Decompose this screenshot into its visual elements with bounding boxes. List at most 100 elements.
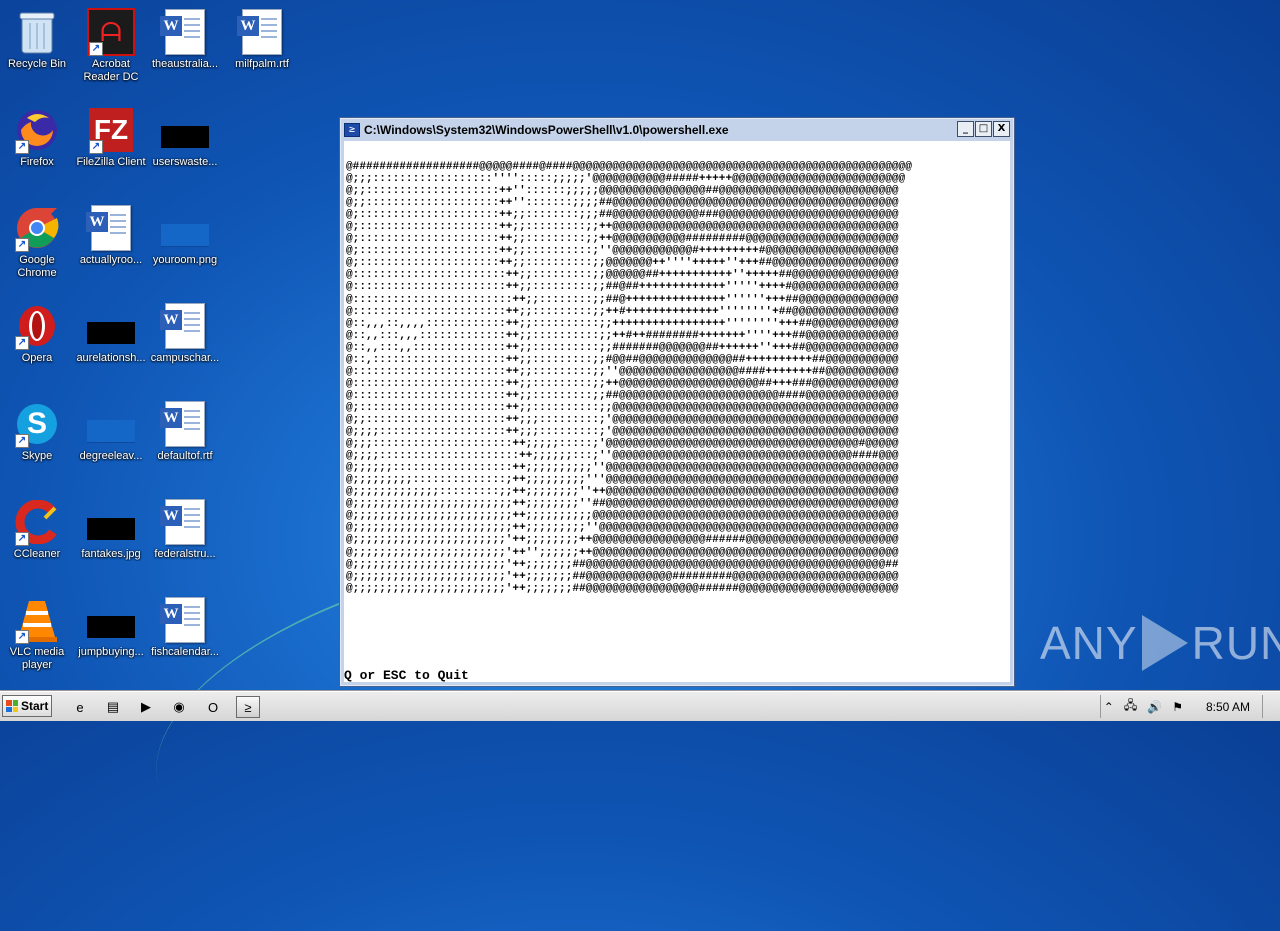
desktop-icon[interactable]: Wfederalstru... bbox=[148, 498, 222, 561]
shortcut-arrow-icon: ↗ bbox=[15, 336, 29, 350]
powershell-window[interactable]: ≥ C:\Windows\System32\WindowsPowerShell\… bbox=[339, 117, 1015, 687]
desktop-icon-label: FileZilla Client bbox=[76, 156, 146, 168]
shortcut-arrow-icon: ↗ bbox=[15, 238, 29, 252]
shortcut-arrow-icon: ↗ bbox=[89, 140, 103, 154]
desktop-icon-label: youroom.png bbox=[152, 254, 218, 266]
shortcut-arrow-icon: ↗ bbox=[15, 630, 29, 644]
desktop-icon[interactable]: FZ ↗ FileZilla Client bbox=[74, 106, 148, 169]
desktop-icon[interactable]: ᗩ ↗ Acrobat Reader DC bbox=[74, 8, 148, 84]
desktop-icon-label: Firefox bbox=[20, 156, 54, 168]
taskbar-explorer-icon[interactable]: ▤ bbox=[101, 696, 125, 718]
powershell-icon: ≥ bbox=[344, 123, 360, 137]
desktop-icon[interactable]: ↗ Firefox bbox=[0, 106, 74, 169]
shortcut-arrow-icon: ↗ bbox=[15, 434, 29, 448]
desktop-icon-label: theaustralia... bbox=[151, 58, 219, 70]
desktop-icon[interactable]: jumpbuying... bbox=[74, 596, 148, 659]
desktop-icon-label: federalstru... bbox=[154, 548, 216, 560]
desktop-icon[interactable]: Wtheaustralia... bbox=[148, 8, 222, 71]
desktop-icon[interactable]: Wmilfpalm.rtf bbox=[225, 8, 299, 71]
black-image-icon bbox=[161, 106, 209, 154]
ccleaner-icon: ↗ bbox=[13, 498, 61, 546]
taskbar-ie-icon[interactable]: e bbox=[68, 696, 92, 718]
desktop-icon[interactable]: ↗ Opera bbox=[0, 302, 74, 365]
desktop-icon-label: Opera bbox=[21, 352, 53, 364]
play-logo-icon bbox=[1141, 615, 1188, 671]
desktop-icon[interactable]: ↗ VLC media player bbox=[0, 596, 74, 672]
recycle-bin-icon bbox=[13, 8, 61, 56]
black-image-icon bbox=[87, 498, 135, 546]
anyrun-watermark: ANY RUN bbox=[1040, 615, 1280, 671]
desktop-icon-label: aurelationsh... bbox=[76, 352, 146, 364]
desktop-icon-label: userswaste... bbox=[152, 156, 218, 168]
desktop-icon-label: Skype bbox=[21, 450, 53, 462]
show-hidden-icons-chevron-icon[interactable]: ⌃ bbox=[1104, 700, 1114, 714]
word-doc-icon: W bbox=[160, 302, 209, 350]
clock[interactable]: 8:50 AM bbox=[1206, 700, 1250, 714]
wallpaper-glow bbox=[1041, 0, 1280, 281]
shortcut-arrow-icon: ↗ bbox=[15, 140, 29, 154]
acrobat-icon: ᗩ ↗ bbox=[87, 8, 135, 56]
desktop-icon[interactable]: youroom.png bbox=[148, 204, 222, 267]
black-image-icon bbox=[87, 596, 135, 644]
black-image-icon bbox=[87, 302, 135, 350]
desktop-icon[interactable]: Wcampuschar... bbox=[148, 302, 222, 365]
system-tray: ⌃ 🖧 🔊 ⚑ 8:50 AM bbox=[1099, 692, 1280, 721]
vlc-icon: ↗ bbox=[13, 596, 61, 644]
desktop-icon-label: defaultof.rtf bbox=[157, 450, 213, 462]
desktop-icon[interactable]: Wactuallyroo... bbox=[74, 204, 148, 267]
minimize-button[interactable]: _ bbox=[957, 121, 974, 137]
taskbar-chrome-icon[interactable]: ◉ bbox=[167, 696, 191, 718]
word-doc-icon: W bbox=[160, 596, 209, 644]
ascii-art-output: @###################@@@@@####@####@@@@@@… bbox=[346, 161, 912, 595]
close-button[interactable]: X bbox=[993, 121, 1010, 137]
quit-prompt: Q or ESC to Quit bbox=[344, 668, 469, 682]
console-area[interactable]: @###################@@@@@####@####@@@@@@… bbox=[344, 141, 1010, 682]
watermark-text-right: RUN bbox=[1191, 617, 1280, 669]
word-doc-icon: W bbox=[86, 204, 135, 252]
window-title: C:\Windows\System32\WindowsPowerShell\v1… bbox=[364, 123, 729, 137]
desktop-icon[interactable]: S ↗ Skype bbox=[0, 400, 74, 463]
desktop-icon-label: campuschar... bbox=[150, 352, 220, 364]
taskbar-media-player-icon[interactable]: ▶ bbox=[134, 696, 158, 718]
desktop-icon-label: fishcalendar... bbox=[151, 646, 219, 658]
network-icon[interactable]: 🖧 bbox=[1124, 696, 1137, 717]
blue-image-icon bbox=[87, 400, 135, 448]
desktop-icon[interactable]: userswaste... bbox=[148, 106, 222, 169]
desktop-icon[interactable]: ↗ Google Chrome bbox=[0, 204, 74, 280]
volume-icon[interactable]: 🔊 bbox=[1147, 700, 1162, 714]
desktop-icon[interactable]: degreeleav... bbox=[74, 400, 148, 463]
chrome-icon: ↗ bbox=[13, 204, 61, 252]
desktop-icon-label: fantakes.jpg bbox=[81, 548, 141, 560]
show-desktop-button[interactable] bbox=[1262, 695, 1263, 718]
taskbar: Start e ▤ ▶ ◉ O ≥ ⌃ 🖧 🔊 ⚑ 8:50 AM bbox=[0, 691, 1280, 721]
shortcut-arrow-icon: ↗ bbox=[89, 42, 103, 56]
title-bar[interactable]: ≥ C:\Windows\System32\WindowsPowerShell\… bbox=[344, 121, 1010, 139]
desktop-icon[interactable]: ↗ CCleaner bbox=[0, 498, 74, 561]
desktop-icon[interactable]: Wfishcalendar... bbox=[148, 596, 222, 659]
start-button[interactable]: Start bbox=[2, 695, 52, 717]
maximize-button[interactable]: □ bbox=[975, 121, 992, 137]
desktop-icon[interactable]: aurelationsh... bbox=[74, 302, 148, 365]
windows-logo-icon bbox=[6, 700, 18, 712]
desktop-icon-label: jumpbuying... bbox=[78, 646, 144, 658]
word-doc-icon: W bbox=[160, 400, 209, 448]
desktop-icon-label: Recycle Bin bbox=[7, 58, 67, 70]
desktop-icon[interactable]: Recycle Bin bbox=[0, 8, 74, 71]
desktop-icon-label: VLC media player bbox=[9, 646, 65, 671]
opera-icon: ↗ bbox=[13, 302, 61, 350]
start-label: Start bbox=[21, 699, 49, 713]
desktop-icon[interactable]: fantakes.jpg bbox=[74, 498, 148, 561]
word-doc-icon: W bbox=[160, 498, 209, 546]
taskbar-opera-icon[interactable]: O bbox=[201, 696, 225, 718]
desktop-icon[interactable]: Wdefaultof.rtf bbox=[148, 400, 222, 463]
word-doc-icon: W bbox=[160, 8, 209, 56]
action-center-flag-icon[interactable]: ⚑ bbox=[1172, 700, 1183, 714]
filezilla-icon: FZ ↗ bbox=[87, 106, 135, 154]
desktop-icon-label: milfpalm.rtf bbox=[235, 58, 289, 70]
desktop-icon-label: actuallyroo... bbox=[79, 254, 143, 266]
desktop-icon-label: degreeleav... bbox=[79, 450, 143, 462]
taskbar-powershell-icon[interactable]: ≥ bbox=[236, 696, 260, 718]
desktop-icon-label: CCleaner bbox=[13, 548, 61, 560]
shortcut-arrow-icon: ↗ bbox=[15, 532, 29, 546]
desktop-icon-label: Google Chrome bbox=[17, 254, 57, 279]
